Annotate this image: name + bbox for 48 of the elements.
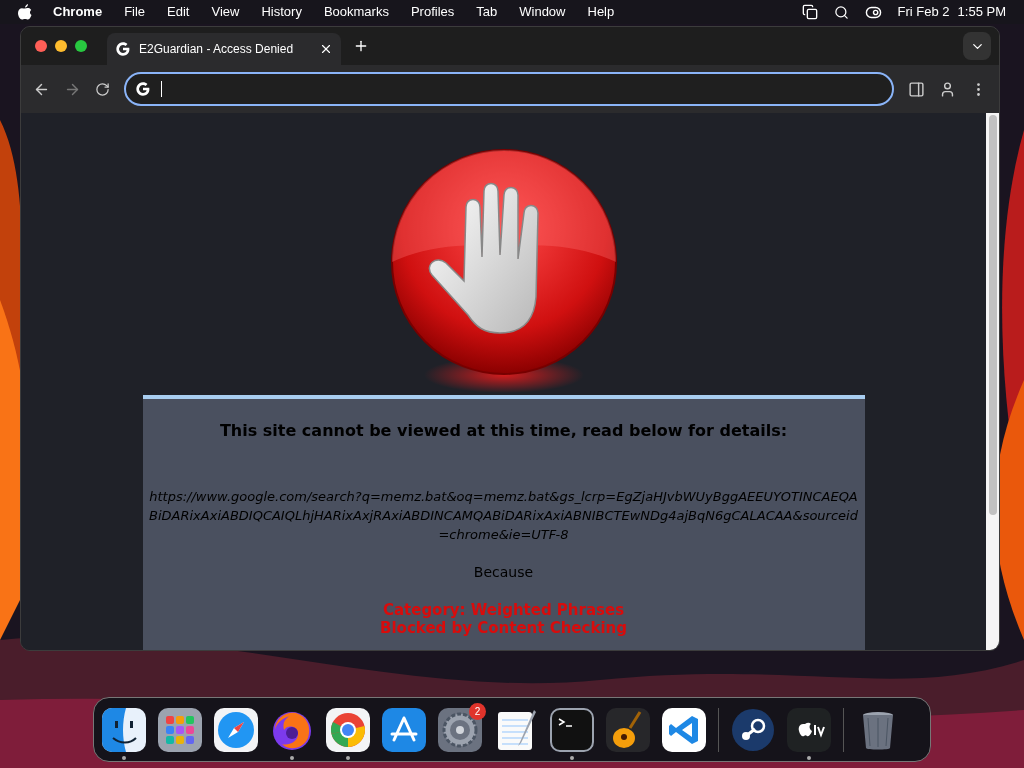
screen-mirroring-icon[interactable]: [801, 4, 818, 20]
menu-item[interactable]: Bookmarks: [323, 2, 389, 22]
reason-text: Blocked by Content Checking: [380, 619, 627, 637]
minimize-window-button[interactable]: [55, 40, 67, 52]
google-icon: [135, 81, 151, 97]
app-store-icon[interactable]: [382, 707, 426, 752]
menu-item[interactable]: Window: [519, 2, 566, 22]
text-cursor: [161, 81, 162, 97]
steam-logo-icon[interactable]: [731, 707, 775, 752]
tab-title: E2Guardian - Access Denied: [139, 41, 295, 58]
browser-tab[interactable]: E2Guardian - Access Denied: [107, 33, 341, 65]
clock-time[interactable]: 1:55 PM: [957, 2, 1006, 22]
scrollbar[interactable]: [986, 113, 999, 650]
new-tab-icon[interactable]: [353, 38, 369, 54]
maximize-window-button[interactable]: [75, 40, 87, 52]
because-label: Because: [473, 563, 534, 582]
menu-item[interactable]: Tab: [476, 2, 498, 22]
menu-item[interactable]: Profiles: [410, 2, 455, 22]
menu-item[interactable]: View: [211, 2, 240, 22]
menu-item[interactable]: History: [261, 2, 302, 22]
address-field[interactable]: [124, 72, 894, 106]
close-window-button[interactable]: [35, 40, 47, 52]
compass-icon[interactable]: [214, 707, 258, 752]
notification-badge: 2: [469, 702, 486, 720]
guitar-icon[interactable]: [606, 707, 650, 752]
close-tab-icon[interactable]: [319, 42, 333, 56]
clock-date[interactable]: Fri Feb 2: [897, 2, 950, 22]
blocked-url: https://www.google.com/search?q=memz.bat&oq=memz.bat&gs_lcrp=EgZjaHJvbWUyBggAEEUYOTINCAEQABiDARixAxiABDIQCAIQLhjHARixAxjRAxiABDINCAMQABiDARixAxiABNIBCTEwNDg4ajBqN6gCALACAA&sourceid=chrome&ie=UTF-8: [148, 488, 859, 544]
menu-item[interactable]: Edit: [167, 2, 190, 22]
menu-item[interactable]: Help: [587, 2, 615, 22]
menu-item[interactable]: File: [124, 2, 146, 22]
app-grid-icon[interactable]: [158, 707, 202, 752]
profile-icon[interactable]: [939, 80, 956, 98]
heading: This site cannot be viewed at this time, read below for details:: [219, 420, 788, 442]
app-name-menu[interactable]: Chrome: [53, 2, 103, 22]
code-editor-icon[interactable]: [662, 707, 706, 752]
reload-icon[interactable]: [95, 81, 110, 97]
smiling-face-icon[interactable]: [102, 707, 146, 752]
category-text: Category: Weighted Phrases: [382, 601, 625, 619]
gear-icon[interactable]: [438, 707, 482, 752]
apple-logo-icon[interactable]: [18, 4, 32, 20]
tv-app-icon[interactable]: [787, 707, 831, 752]
tab-search-button[interactable]: [963, 32, 991, 60]
side-panel-icon[interactable]: [908, 80, 925, 98]
search-icon[interactable]: [833, 4, 849, 20]
terminal-icon[interactable]: [550, 707, 594, 752]
google-icon: [115, 41, 131, 57]
browser-logo-icon[interactable]: [326, 707, 370, 752]
